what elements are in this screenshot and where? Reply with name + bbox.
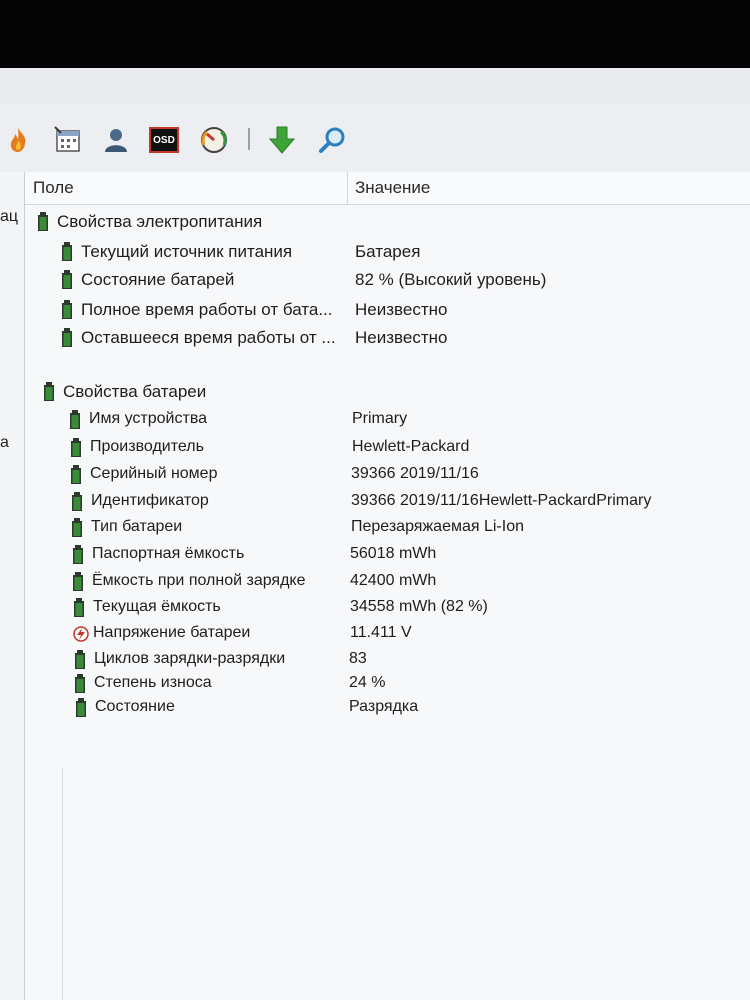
property-value: 24 %	[349, 674, 386, 691]
property-name: Производитель	[90, 438, 204, 455]
pane-edge	[62, 768, 63, 1000]
property-name: Текущая ёмкость	[93, 598, 221, 615]
property-row[interactable]: Состояние батарей 82 % (Высокий уровень)	[25, 268, 750, 294]
property-value: Hewlett-Packard	[352, 438, 470, 455]
user-icon[interactable]	[100, 124, 132, 156]
property-value: 42400 mWh	[350, 572, 437, 589]
column-header-field[interactable]: Поле	[33, 178, 74, 198]
property-value: Неизвестно	[355, 300, 448, 319]
property-name: Циклов зарядки-разрядки	[94, 650, 286, 667]
section-header[interactable]: Свойства электропитания	[25, 210, 750, 236]
property-row[interactable]: Напряжение батареи 11.411 V	[25, 622, 750, 648]
section-title: Свойства электропитания	[57, 212, 263, 231]
calendar-icon[interactable]	[52, 124, 84, 156]
toolbar-separator	[248, 128, 250, 150]
download-arrow-icon[interactable]	[266, 124, 298, 156]
property-name: Текущий источник питания	[81, 242, 293, 261]
property-row[interactable]: Циклов зарядки-разрядки 83	[25, 648, 750, 674]
property-name: Состояние	[95, 698, 175, 715]
section-header[interactable]: Свойства батареи	[25, 380, 750, 406]
flame-icon[interactable]	[2, 124, 34, 156]
property-value: Батарея	[355, 242, 421, 261]
property-value: 39366 2019/11/16	[351, 465, 479, 482]
battery-icon	[61, 300, 75, 320]
battery-icon	[72, 572, 86, 592]
battery-icon	[61, 270, 75, 290]
column-header: Поле Значение	[25, 172, 750, 205]
property-name: Оставшееся время работы от ...	[81, 328, 336, 347]
battery-icon	[61, 242, 75, 262]
property-row[interactable]: Состояние Разрядка	[25, 696, 750, 722]
property-row[interactable]: Оставшееся время работы от ... Неизвестно	[25, 326, 750, 352]
property-name: Имя устройства	[89, 410, 208, 427]
battery-icon	[74, 674, 88, 694]
property-row[interactable]: Имя устройства Primary	[25, 408, 750, 434]
property-value: 56018 mWh	[350, 545, 437, 562]
property-row[interactable]: Текущая ёмкость 34558 mWh (82 %)	[25, 596, 750, 622]
property-row[interactable]: Серийный номер 39366 2019/11/16	[25, 463, 750, 489]
voltage-icon	[73, 626, 89, 646]
battery-icon	[73, 598, 87, 618]
battery-icon	[71, 518, 85, 538]
property-row[interactable]: Полное время работы от бата... Неизвестно	[25, 298, 750, 324]
property-row[interactable]: Текущий источник питания Батарея	[25, 240, 750, 266]
property-row[interactable]: Идентификатор 39366 2019/11/16Hewlett-Pac…	[25, 490, 750, 516]
battery-icon	[71, 492, 85, 512]
property-name: Тип батареи	[91, 518, 183, 535]
battery-icon	[75, 698, 89, 718]
battery-icon	[70, 465, 84, 485]
property-name: Степень износа	[94, 674, 212, 691]
property-name: Полное время работы от бата...	[81, 300, 333, 319]
property-row[interactable]: Производитель Hewlett-Packard	[25, 436, 750, 462]
battery-icon	[70, 438, 84, 458]
osd-label: OSD	[149, 127, 179, 153]
property-row[interactable]: Тип батареи Перезаряжаемая Li-Ion	[25, 516, 750, 542]
title-bar	[0, 68, 750, 104]
property-value: Разрядка	[349, 698, 419, 715]
tree-item-fragment[interactable]: а	[0, 434, 9, 452]
property-row[interactable]: Степень износа 24 %	[25, 672, 750, 698]
battery-icon	[37, 212, 51, 232]
property-row[interactable]: Паспортная ёмкость 56018 mWh	[25, 543, 750, 569]
property-name: Идентификатор	[91, 492, 209, 509]
property-value: 34558 mWh (82 %)	[350, 598, 488, 615]
osd-icon[interactable]: OSD	[148, 124, 180, 156]
property-value: 11.411 V	[350, 624, 412, 641]
section-title: Свойства батареи	[63, 382, 207, 401]
property-value: 39366 2019/11/16Hewlett-PackardPrimary	[351, 492, 652, 509]
property-name: Состояние батарей	[81, 270, 235, 289]
battery-icon	[72, 545, 86, 565]
column-divider[interactable]	[347, 172, 348, 204]
column-header-value[interactable]: Значение	[355, 178, 430, 198]
property-value: Перезаряжаемая Li-Ion	[351, 518, 524, 535]
gauge-icon[interactable]	[198, 124, 230, 156]
battery-icon	[74, 650, 88, 670]
toolbar: OSD	[0, 104, 750, 173]
property-value: Неизвестно	[355, 328, 448, 347]
property-value: 82 % (Высокий уровень)	[355, 270, 547, 289]
properties-grid: Поле Значение Свойства электропитания Тек…	[25, 172, 750, 1000]
navigation-tree-pane[interactable]: ац а	[0, 172, 25, 1000]
property-value: 83	[349, 650, 367, 667]
app-window: OSD ац а Поле Значение Свойства электроп…	[0, 68, 750, 1000]
battery-icon	[61, 328, 75, 348]
tree-item-fragment[interactable]: ац	[0, 208, 18, 226]
property-name: Серийный номер	[90, 465, 218, 482]
property-row[interactable]: Ёмкость при полной зарядке 42400 mWh	[25, 570, 750, 596]
property-name: Напряжение батареи	[93, 624, 251, 641]
property-value: Primary	[352, 410, 408, 427]
property-name: Паспортная ёмкость	[92, 545, 245, 562]
battery-icon	[43, 382, 57, 402]
property-name: Ёмкость при полной зарядке	[92, 572, 306, 589]
battery-icon	[69, 410, 83, 430]
search-icon[interactable]	[316, 124, 348, 156]
